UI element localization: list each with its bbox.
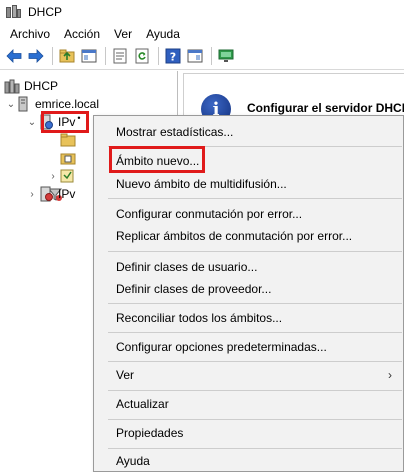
server-options-icon bbox=[60, 150, 76, 166]
chevron-down-icon[interactable]: ⌄ bbox=[5, 99, 17, 110]
toolbar-separator bbox=[105, 47, 106, 65]
menu-separator bbox=[108, 198, 402, 199]
toolbar-separator bbox=[52, 47, 53, 65]
menu-item-reconcile-scopes[interactable]: Reconciliar todos los ámbitos... bbox=[95, 307, 404, 329]
menu-separator bbox=[108, 251, 402, 252]
dhcp-server-icon bbox=[4, 78, 20, 94]
chevron-down-icon[interactable]: ⌄ bbox=[26, 117, 38, 128]
menu-separator bbox=[108, 390, 402, 391]
menu-item-label: Ver bbox=[116, 368, 135, 382]
menu-item-configure-failover[interactable]: Configurar conmutación por error... bbox=[95, 203, 404, 225]
new-scope-highlight-box bbox=[109, 146, 205, 173]
menu-item-label: Reconciliar todos los ámbitos... bbox=[116, 311, 283, 325]
menu-item-refresh[interactable]: Actualizar bbox=[95, 393, 404, 415]
menu-item-new-multicast-scope[interactable]: Nuevo ámbito de multidifusión... bbox=[95, 173, 404, 195]
dhcp-server-icon bbox=[6, 5, 22, 19]
menu-item-label: Definir clases de usuario... bbox=[116, 260, 258, 274]
menu-separator bbox=[108, 303, 402, 304]
show-tree-icon[interactable] bbox=[79, 46, 99, 66]
tree-item-folder-2[interactable] bbox=[60, 149, 80, 167]
tree-label-server: emrice.local bbox=[35, 97, 100, 111]
tree-item-policies[interactable]: › bbox=[47, 167, 79, 185]
tree-label-dhcp: DHCP bbox=[24, 79, 59, 93]
help-icon[interactable]: ? bbox=[163, 46, 183, 66]
menu-item-label: Actualizar bbox=[116, 397, 169, 411]
menu-separator bbox=[108, 361, 402, 362]
back-arrow-icon[interactable] bbox=[4, 46, 24, 66]
folder-icon bbox=[60, 132, 76, 148]
policies-icon bbox=[59, 168, 75, 184]
menu-item-user-classes[interactable]: Definir clases de usuario... bbox=[95, 256, 404, 278]
ipv6-icon bbox=[38, 186, 54, 202]
menu-item-vendor-classes[interactable]: Definir clases de proveedor... bbox=[95, 278, 404, 300]
toolbar-separator bbox=[158, 47, 159, 65]
menu-ayuda[interactable]: Ayuda bbox=[139, 27, 187, 41]
menu-separator bbox=[108, 448, 402, 449]
chevron-right-icon[interactable]: › bbox=[26, 189, 38, 200]
info-card-title: Configurar el servidor DHCP bbox=[247, 101, 404, 115]
tree-label-ipv6: IPv bbox=[58, 187, 76, 201]
tree-item-folder-1[interactable] bbox=[60, 131, 80, 149]
up-folder-icon[interactable] bbox=[57, 46, 77, 66]
menu-bar: Archivo Acción Ver Ayuda bbox=[0, 24, 404, 43]
menu-item-properties[interactable]: Propiedades bbox=[95, 422, 404, 444]
submenu-arrow-icon: › bbox=[388, 368, 392, 382]
menu-item-default-options[interactable]: Configurar opciones predeterminadas... bbox=[95, 336, 404, 358]
tree-item-ipv6[interactable]: › IPv bbox=[26, 185, 75, 203]
menu-item-label: Definir clases de proveedor... bbox=[116, 282, 272, 296]
svg-text:?: ? bbox=[170, 51, 176, 64]
menu-ver[interactable]: Ver bbox=[107, 27, 139, 41]
monitor-icon[interactable] bbox=[216, 46, 236, 66]
show-action-pane-icon[interactable] bbox=[185, 46, 205, 66]
menu-item-label: Configurar opciones predeterminadas... bbox=[116, 340, 327, 354]
menu-item-replicate-failover[interactable]: Replicar ámbitos de conmutación por erro… bbox=[95, 225, 404, 247]
refresh-icon[interactable] bbox=[132, 46, 152, 66]
menu-item-label: Configurar conmutación por error... bbox=[116, 207, 303, 221]
menu-separator bbox=[108, 332, 402, 333]
tree-item-dhcp[interactable]: DHCP bbox=[4, 77, 58, 95]
menu-item-help[interactable]: Ayuda bbox=[95, 450, 404, 472]
ipv4-highlight-box bbox=[41, 111, 89, 133]
toolbar-separator bbox=[211, 47, 212, 65]
chevron-right-icon[interactable]: › bbox=[47, 171, 59, 182]
menu-item-label: Ayuda bbox=[116, 454, 150, 468]
menu-item-show-stats[interactable]: Mostrar estadísticas... bbox=[95, 121, 404, 143]
forward-arrow-icon[interactable] bbox=[26, 46, 46, 66]
properties-icon[interactable] bbox=[110, 46, 130, 66]
menu-item-label: Propiedades bbox=[116, 426, 184, 440]
window-title: DHCP bbox=[28, 5, 63, 19]
server-icon bbox=[17, 96, 31, 112]
menu-item-label: Replicar ámbitos de conmutación por erro… bbox=[116, 229, 353, 243]
menu-item-label: Mostrar estadísticas... bbox=[116, 125, 234, 139]
menu-archivo[interactable]: Archivo bbox=[3, 27, 57, 41]
menu-accion[interactable]: Acción bbox=[57, 27, 107, 41]
menu-item-view[interactable]: Ver › bbox=[95, 364, 404, 386]
menu-item-label: Nuevo ámbito de multidifusión... bbox=[116, 177, 287, 191]
menu-separator bbox=[108, 419, 402, 420]
title-bar: DHCP bbox=[0, 0, 404, 24]
toolbar: ? bbox=[0, 43, 404, 70]
